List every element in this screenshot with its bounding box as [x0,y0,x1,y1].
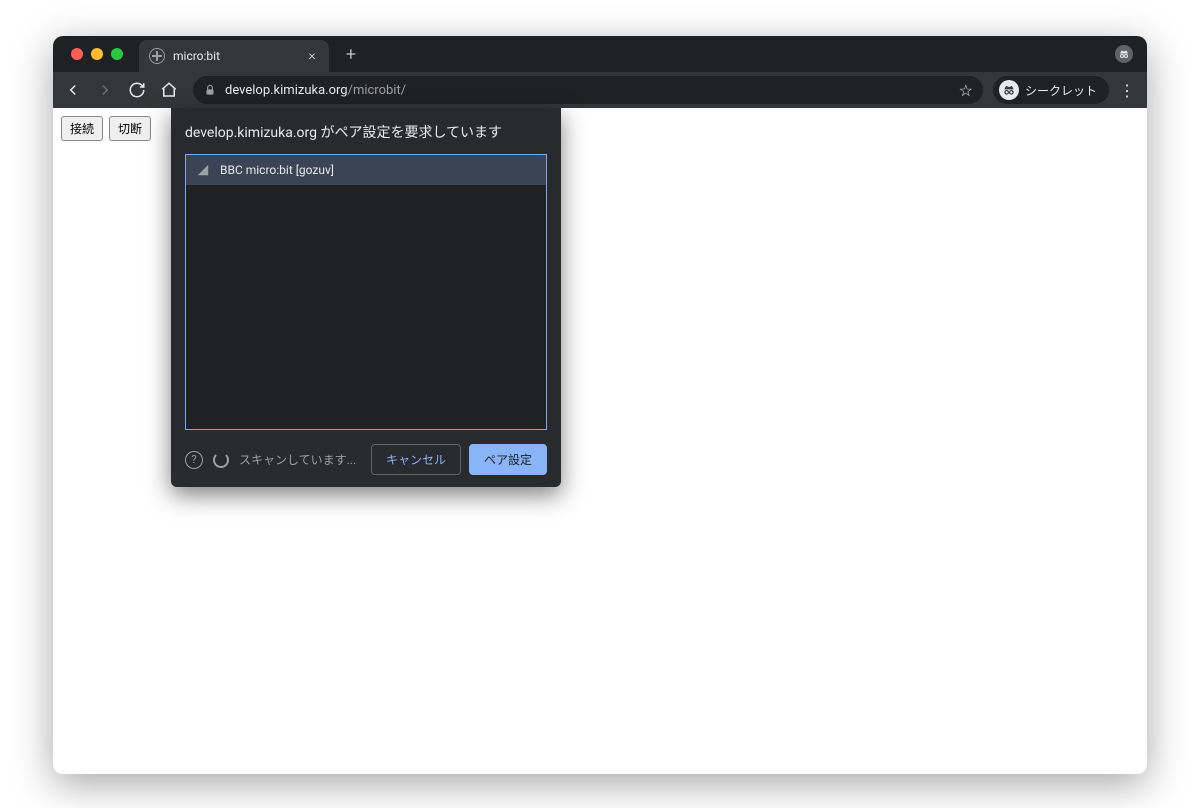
browser-tab[interactable]: micro:bit × [139,40,329,72]
new-tab-button[interactable]: + [337,40,365,68]
scanning-label: スキャンしています... [239,451,356,468]
close-window-button[interactable] [71,48,83,60]
tab-strip: micro:bit × + [53,36,1147,72]
reload-button[interactable] [123,76,151,104]
forward-button[interactable] [91,76,119,104]
window-controls [71,48,123,60]
address-bar[interactable]: develop.kimizuka.org/microbit/ ☆ [193,76,983,104]
cancel-button[interactable]: キャンセル [371,444,461,475]
spinner-icon [213,452,229,468]
page-viewport: 接続 切断 develop.kimizuka.org がペア設定を要求しています… [53,108,1147,774]
tab-title: micro:bit [173,49,220,63]
incognito-chip[interactable]: シークレット [993,76,1109,104]
dialog-footer: ? スキャンしています... キャンセル ペア設定 [185,444,547,475]
disconnect-button[interactable]: 切断 [109,116,151,141]
pair-button[interactable]: ペア設定 [469,444,547,475]
home-button[interactable] [155,76,183,104]
maximize-window-button[interactable] [111,48,123,60]
tab-close-button[interactable]: × [305,49,319,63]
globe-icon [149,48,165,64]
browser-window: micro:bit × + develop.kimizuka.org/micro… [53,36,1147,774]
incognito-label: シークレット [1025,82,1097,99]
connect-button[interactable]: 接続 [61,116,103,141]
bluetooth-pairing-dialog: develop.kimizuka.org がペア設定を要求しています BBC m… [171,108,561,487]
minimize-window-button[interactable] [91,48,103,60]
incognito-indicator-icon [1115,45,1133,63]
device-list-item[interactable]: BBC micro:bit [gozuv] [186,155,546,185]
lock-icon [203,83,217,97]
browser-toolbar: develop.kimizuka.org/microbit/ ☆ シークレット … [53,72,1147,108]
signal-icon [196,163,210,177]
bookmark-star-icon[interactable]: ☆ [959,81,973,100]
url-path: /microbit/ [348,83,407,98]
browser-menu-button[interactable]: ⋮ [1113,76,1141,104]
incognito-icon [999,80,1019,100]
url-host: develop.kimizuka.org [225,83,348,98]
back-button[interactable] [59,76,87,104]
dialog-title: develop.kimizuka.org がペア設定を要求しています [185,122,547,142]
help-icon[interactable]: ? [185,451,203,469]
device-list: BBC micro:bit [gozuv] [185,154,547,430]
device-name: BBC micro:bit [gozuv] [220,163,334,177]
